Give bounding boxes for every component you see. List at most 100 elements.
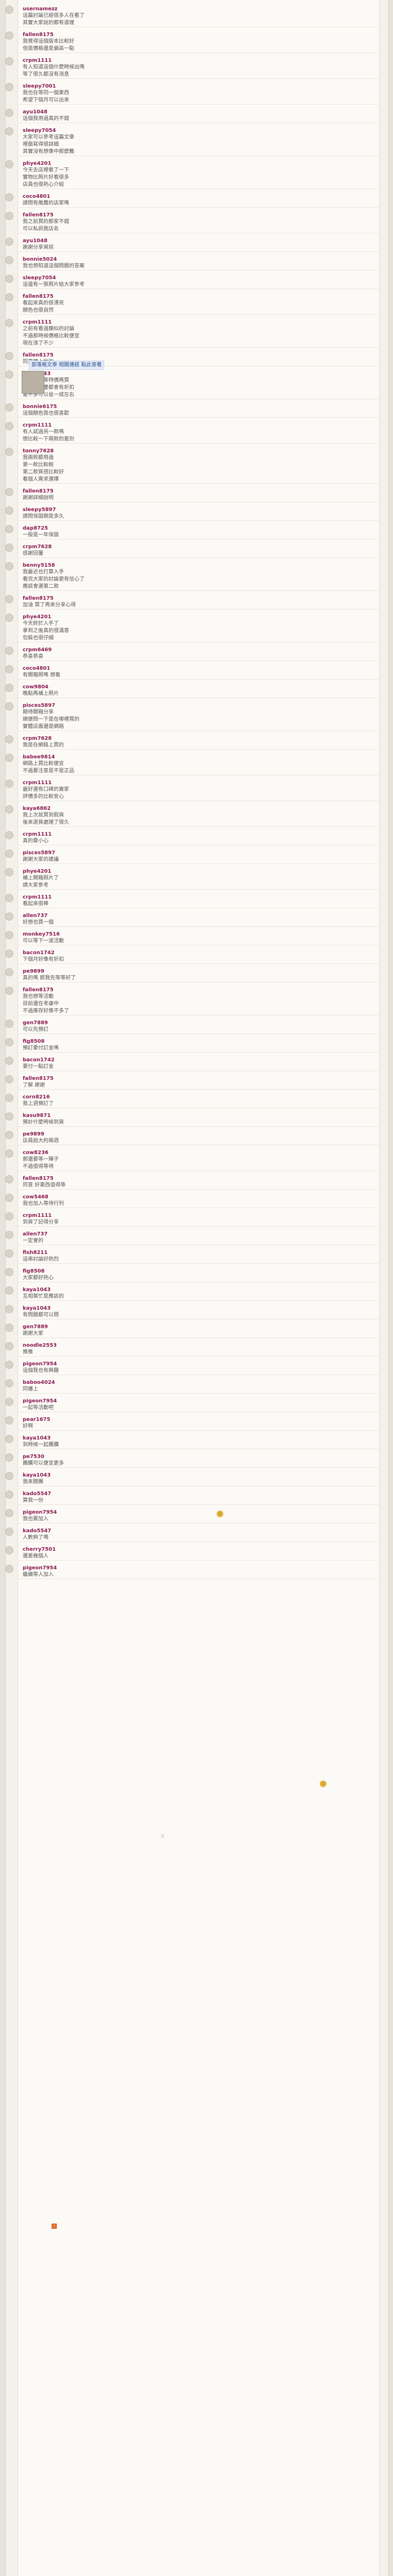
avatar[interactable] xyxy=(5,1361,13,1369)
comment-username[interactable]: cow5468 xyxy=(23,1194,373,1200)
comment-username[interactable]: crpm7628 xyxy=(23,736,373,742)
comment-username[interactable]: crpm1111 xyxy=(23,780,373,786)
comment-username[interactable]: dap8725 xyxy=(23,526,373,532)
avatar[interactable] xyxy=(5,894,13,902)
avatar[interactable] xyxy=(5,779,13,788)
avatar[interactable] xyxy=(5,912,13,921)
comment-username[interactable]: fig8508 xyxy=(23,1039,373,1045)
comment-username[interactable]: pigeon7954 xyxy=(23,1361,373,1367)
comment-username[interactable]: pe9899 xyxy=(23,1131,373,1138)
avatar[interactable] xyxy=(5,1342,13,1350)
avatar[interactable] xyxy=(5,1112,13,1121)
comment-username[interactable]: allen737 xyxy=(23,913,373,919)
avatar[interactable] xyxy=(5,238,13,246)
avatar[interactable] xyxy=(5,525,13,533)
avatar[interactable] xyxy=(5,665,13,673)
avatar[interactable] xyxy=(5,805,13,814)
comment-username[interactable]: kaya1043 xyxy=(23,1435,373,1442)
comment-username[interactable]: fallen8175 xyxy=(23,294,373,300)
comment-username[interactable]: corn8216 xyxy=(23,1094,373,1100)
comment-username[interactable]: crpm1111 xyxy=(23,319,373,326)
avatar[interactable] xyxy=(5,562,13,570)
avatar[interactable] xyxy=(5,6,13,14)
avatar[interactable] xyxy=(5,109,13,117)
comment-username[interactable]: pe7530 xyxy=(23,1454,373,1460)
comment-username[interactable]: tonny7628 xyxy=(23,448,373,454)
comment-username[interactable]: bacon1742 xyxy=(23,950,373,956)
avatar[interactable] xyxy=(5,83,13,91)
avatar[interactable] xyxy=(5,1194,13,1202)
avatar[interactable] xyxy=(5,1286,13,1295)
avatar[interactable] xyxy=(5,735,13,743)
comment-username[interactable]: pe9899 xyxy=(23,969,373,975)
avatar[interactable] xyxy=(5,868,13,876)
comment-username[interactable]: sleepy7054 xyxy=(23,275,373,281)
comment-username[interactable]: fallen8175 xyxy=(23,488,373,495)
avatar[interactable] xyxy=(5,1416,13,1425)
avatar[interactable] xyxy=(5,293,13,301)
avatar[interactable] xyxy=(5,1305,13,1313)
comment-username[interactable]: fig8508 xyxy=(23,1268,373,1275)
avatar[interactable] xyxy=(5,1528,13,1536)
comment-username[interactable]: fallen8175 xyxy=(23,987,373,993)
comment-username[interactable]: crpm1111 xyxy=(23,832,373,838)
comment-username[interactable]: kaya1043 xyxy=(23,371,373,377)
avatar[interactable] xyxy=(5,931,13,939)
comment-username[interactable]: fish8211 xyxy=(23,1250,373,1256)
avatar[interactable] xyxy=(5,754,13,762)
comment-username[interactable]: benny5158 xyxy=(23,563,373,569)
comment-username[interactable]: monkey7516 xyxy=(23,931,373,938)
comment-username[interactable]: sleepy7054 xyxy=(23,128,373,134)
comment-username[interactable]: bacon1742 xyxy=(23,1057,373,1063)
avatar[interactable] xyxy=(5,193,13,201)
avatar[interactable] xyxy=(5,31,13,40)
comment-username[interactable]: fallen8175 xyxy=(23,1176,373,1182)
avatar[interactable] xyxy=(5,506,13,515)
comment-username[interactable]: crpm7628 xyxy=(23,544,373,550)
avatar[interactable] xyxy=(5,275,13,283)
comment-username[interactable]: babee9814 xyxy=(23,754,373,760)
comment-username[interactable]: kaya6862 xyxy=(23,806,373,812)
comment-username[interactable]: allen737 xyxy=(23,1231,373,1238)
comment-username[interactable]: crpm1111 xyxy=(23,894,373,901)
avatar[interactable] xyxy=(5,595,13,603)
avatar[interactable] xyxy=(5,1131,13,1139)
comment-username[interactable]: bonnie5024 xyxy=(23,257,373,263)
avatar[interactable] xyxy=(5,1453,13,1462)
avatar[interactable] xyxy=(5,1212,13,1221)
comment-username[interactable]: coco4801 xyxy=(23,666,373,672)
comment-username[interactable]: gen7889 xyxy=(23,1324,373,1330)
avatar[interactable] xyxy=(5,1094,13,1102)
avatar[interactable] xyxy=(5,968,13,976)
avatar[interactable] xyxy=(5,544,13,552)
avatar[interactable] xyxy=(5,1057,13,1065)
comment-username[interactable]: crpm1111 xyxy=(23,422,373,429)
comment-username[interactable]: baboo4024 xyxy=(23,1380,373,1386)
avatar[interactable] xyxy=(5,614,13,622)
comment-username[interactable]: cow9804 xyxy=(23,684,373,690)
comment-username[interactable]: fallen8175 xyxy=(23,352,373,359)
comment-username[interactable]: fallen8175 xyxy=(23,1076,373,1082)
avatar[interactable] xyxy=(5,370,13,379)
comment-username[interactable]: sleepy7001 xyxy=(23,83,373,90)
comment-username[interactable]: pisces5897 xyxy=(23,703,373,709)
comment-username[interactable]: phye4201 xyxy=(23,869,373,875)
comment-username[interactable]: crpm6469 xyxy=(23,647,373,653)
comment-username[interactable]: kaya1043 xyxy=(23,1472,373,1479)
avatar[interactable] xyxy=(5,1435,13,1443)
avatar[interactable] xyxy=(5,1149,13,1158)
avatar[interactable] xyxy=(5,850,13,858)
avatar[interactable] xyxy=(5,831,13,839)
avatar[interactable] xyxy=(5,256,13,264)
comment-username[interactable]: fallen8175 xyxy=(23,32,373,38)
avatar[interactable] xyxy=(5,684,13,692)
avatar[interactable] xyxy=(5,488,13,496)
avatar[interactable] xyxy=(5,702,13,710)
comment-username[interactable]: kasu9871 xyxy=(23,1113,373,1119)
comment-username[interactable]: kaya1043 xyxy=(23,1306,373,1312)
avatar[interactable] xyxy=(5,1565,13,1573)
comment-username[interactable]: kado5547 xyxy=(23,1528,373,1534)
avatar[interactable] xyxy=(5,212,13,220)
comment-username[interactable]: sleepy5897 xyxy=(23,507,373,513)
avatar[interactable] xyxy=(5,950,13,958)
